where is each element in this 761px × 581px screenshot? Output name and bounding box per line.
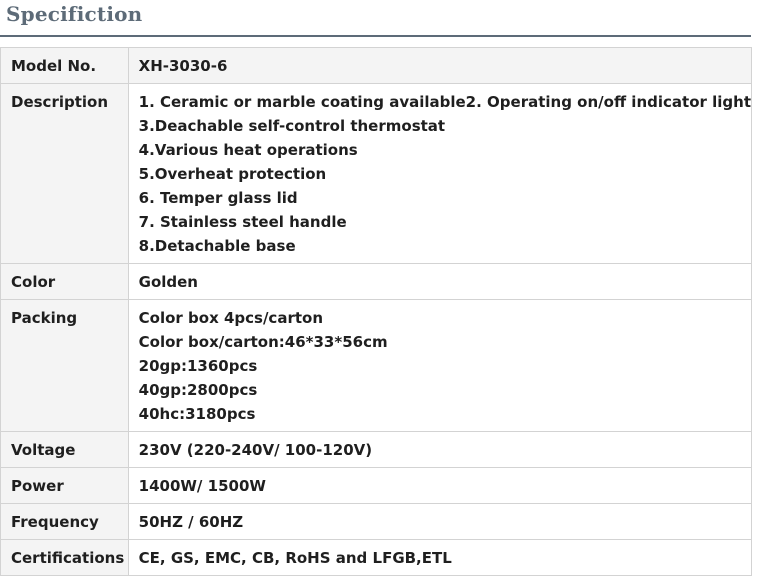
spec-row-color: Color Golden bbox=[0, 263, 753, 300]
value-line: 20gp:1360pcs bbox=[138, 357, 258, 375]
row-value: CE, GS, EMC, CB, RoHS and LFGB,ETL bbox=[127, 539, 753, 576]
value-line: 7. Stainless steel handle bbox=[138, 213, 347, 231]
row-label: Model No. bbox=[0, 47, 129, 84]
spec-row-voltage: Voltage 230V (220-240V/ 100-120V) bbox=[0, 431, 753, 468]
value-line: 8.Detachable base bbox=[138, 237, 296, 255]
value-line: XH-3030-6 bbox=[138, 57, 228, 75]
value-line: 40gp:2800pcs bbox=[138, 381, 258, 399]
spec-row-frequency: Frequency 50HZ / 60HZ bbox=[0, 503, 753, 540]
value-line: 1400W/ 1500W bbox=[138, 477, 266, 495]
row-label: Certifications bbox=[0, 539, 129, 576]
row-value: 1. Ceramic or marble coating available2.… bbox=[127, 83, 753, 264]
spec-row-packing: Packing Color box 4pcs/carton Color box/… bbox=[0, 299, 753, 432]
title-divider bbox=[0, 35, 751, 37]
row-label: Color bbox=[0, 263, 129, 300]
row-value: 50HZ / 60HZ bbox=[127, 503, 753, 540]
row-label: Description bbox=[0, 83, 129, 264]
row-value: Color box 4pcs/carton Color box/carton:4… bbox=[127, 299, 753, 432]
row-label: Packing bbox=[0, 299, 129, 432]
value-line: 3.Deachable self-control thermostat bbox=[138, 117, 446, 135]
row-value: 1400W/ 1500W bbox=[127, 467, 753, 504]
row-label: Frequency bbox=[0, 503, 129, 540]
value-line: 230V (220-240V/ 100-120V) bbox=[138, 441, 373, 459]
spec-row-certifications: Certifications CE, GS, EMC, CB, RoHS and… bbox=[0, 539, 753, 576]
spec-table: Model No. XH-3030-6 Description 1. Ceram… bbox=[0, 47, 753, 576]
row-value: 230V (220-240V/ 100-120V) bbox=[127, 431, 753, 468]
spec-row-description: Description 1. Ceramic or marble coating… bbox=[0, 83, 753, 264]
value-line: Color box 4pcs/carton bbox=[138, 309, 323, 327]
value-line: 5.Overheat protection bbox=[138, 165, 327, 183]
page-title: Specifiction bbox=[6, 2, 143, 26]
spec-row-model: Model No. XH-3030-6 bbox=[0, 47, 753, 84]
row-label: Power bbox=[0, 467, 129, 504]
value-line: 40hc:3180pcs bbox=[138, 405, 256, 423]
value-line: 6. Temper glass lid bbox=[138, 189, 298, 207]
value-line: Color box/carton:46*33*56cm bbox=[138, 333, 388, 351]
value-line: 1. Ceramic or marble coating available2.… bbox=[138, 93, 751, 111]
value-line: 50HZ / 60HZ bbox=[138, 513, 244, 531]
value-line: CE, GS, EMC, CB, RoHS and LFGB,ETL bbox=[138, 549, 452, 567]
row-value: Golden bbox=[127, 263, 753, 300]
row-value: XH-3030-6 bbox=[127, 47, 753, 84]
value-line: Golden bbox=[138, 273, 198, 291]
spec-row-power: Power 1400W/ 1500W bbox=[0, 467, 753, 504]
value-line: 4.Various heat operations bbox=[138, 141, 358, 159]
row-label: Voltage bbox=[0, 431, 129, 468]
